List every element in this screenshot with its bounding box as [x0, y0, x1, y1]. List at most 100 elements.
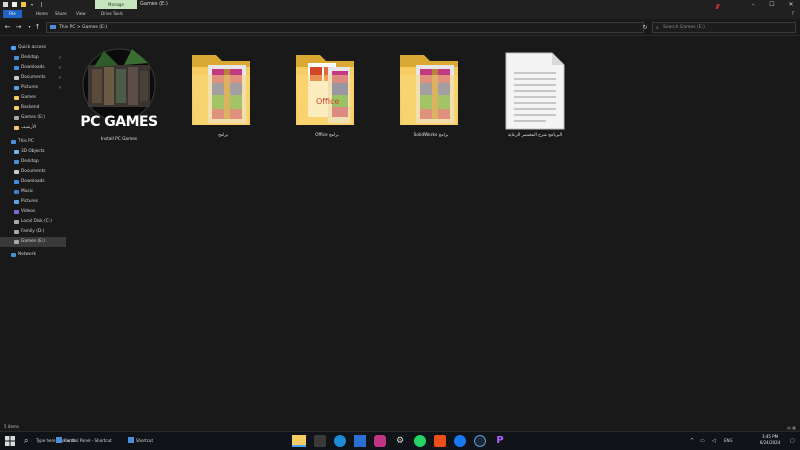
pin-icon: ✓	[58, 55, 63, 61]
tab-file[interactable]: File	[3, 10, 22, 18]
pin-icon: ✓	[58, 65, 63, 71]
qa-divider	[41, 2, 42, 7]
pin-icon: ✓	[58, 75, 63, 81]
folder-icon	[14, 106, 19, 110]
app-icon	[3, 2, 8, 7]
address-bar[interactable]: This PC > Games (E:)	[46, 22, 644, 33]
file-item[interactable]: البرنامج شرح المختصر الرعاية	[490, 45, 580, 145]
help-icon[interactable]: ?	[791, 10, 794, 18]
file-item[interactable]: برامج	[178, 45, 268, 145]
navigation-pane: Quick access Desktop ✓ Downloads ✓ Docum…	[0, 37, 66, 423]
download-icon	[14, 66, 19, 70]
nav-item-games[interactable]: Games	[0, 93, 66, 103]
tab-drive-tools[interactable]: Drive Tools	[95, 10, 129, 18]
nav-item-desktop[interactable]: Desktop ✓	[0, 53, 66, 63]
drive-icon	[14, 240, 19, 244]
taskbar-window-shortcut[interactable]: Shortcut	[136, 436, 153, 446]
search-icon[interactable]: ⌕	[24, 435, 36, 447]
desktop-icon	[14, 56, 19, 60]
computer-icon	[11, 140, 16, 144]
nav-network[interactable]: Network	[0, 250, 66, 260]
taskbar: ⌕ Type here to search Control Panel - Sh…	[0, 431, 800, 450]
status-bar: 5 items ▤ ▦	[0, 423, 800, 431]
file-item[interactable]: PC GAMES Install PC Games	[74, 45, 164, 145]
address-path: This PC > Games (E:)	[59, 25, 108, 30]
this-pc-icon	[50, 25, 56, 29]
search-box[interactable]: ⌕ Search Games (E:)	[652, 22, 796, 33]
file-name: Office برامج	[315, 133, 339, 138]
file-name: برامج	[218, 133, 228, 138]
download-icon	[14, 180, 19, 184]
back-button[interactable]: ←	[3, 22, 12, 32]
qa-dropdown-icon[interactable]: ▾	[31, 2, 36, 7]
nav-pc-documents[interactable]: Documents	[0, 167, 66, 177]
whatsapp-icon[interactable]	[414, 435, 426, 447]
volume-icon[interactable]: ◁	[712, 436, 716, 446]
maximize-button[interactable]: ☐	[763, 0, 781, 9]
refresh-icon[interactable]: ↻	[640, 22, 650, 33]
close-button[interactable]: ✕	[782, 0, 800, 9]
item-count: 5 items	[4, 424, 19, 429]
nav-item-archive[interactable]: الأرشيف	[0, 123, 66, 133]
control-panel-icon	[56, 437, 62, 443]
pc-badge-accent	[79, 116, 93, 129]
taskbar-window-control-panel[interactable]: Control Panel - Shortcut	[64, 436, 112, 446]
nav-item-downloads[interactable]: Downloads ✓	[0, 63, 66, 73]
nav-quick-access[interactable]: Quick access	[0, 43, 66, 53]
minimize-button[interactable]: –	[744, 0, 762, 9]
nav-item-documents[interactable]: Documents ✓	[0, 73, 66, 83]
nav-this-pc[interactable]: This PC	[0, 137, 66, 147]
clock[interactable]: 3:45 PM 6/24/2024	[752, 434, 788, 446]
nav-pc-music[interactable]: Music	[0, 187, 66, 197]
3d-objects-icon	[14, 150, 19, 154]
manage-tab[interactable]: Manage	[95, 0, 137, 9]
settings-gear-icon[interactable]: ⚙	[394, 435, 406, 447]
nav-pc-desktop[interactable]: Desktop	[0, 157, 66, 167]
app-icon-orange[interactable]	[434, 435, 446, 447]
nav-pc-games-e[interactable]: Games (E:)	[0, 237, 66, 247]
app-icon-purple-p[interactable]: P	[494, 435, 506, 447]
pictures-icon	[14, 86, 19, 90]
file-name: SolidWorks برامج	[413, 133, 449, 138]
facebook-icon[interactable]	[454, 435, 466, 447]
tray-chevron-icon[interactable]: ^	[690, 436, 694, 446]
file-item[interactable]: SolidWorks برامج	[386, 45, 476, 145]
nav-pc-pictures[interactable]: Pictures	[0, 197, 66, 207]
properties-icon[interactable]	[12, 2, 17, 7]
notifications-icon[interactable]: ▢	[790, 436, 795, 446]
address-row: ← → ▾ ↑ This PC > Games (E:) ↻ ⌕ Search …	[0, 19, 800, 36]
store-icon[interactable]	[354, 435, 366, 447]
nav-pc-downloads[interactable]: Downloads	[0, 177, 66, 187]
nav-pc-family-d[interactable]: Family (D:)	[0, 227, 66, 237]
file-explorer-icon[interactable]	[292, 435, 306, 447]
calculator-icon[interactable]	[314, 435, 326, 447]
file-name: البرنامج شرح المختصر الرعاية	[508, 133, 562, 138]
drive-icon	[14, 230, 19, 234]
new-folder-icon[interactable]	[21, 2, 26, 7]
file-item[interactable]: Office Office برامج	[282, 45, 372, 145]
drive-icon	[14, 220, 19, 224]
ribbon-tabs: File Home Share View Drive Tools ?	[0, 9, 800, 19]
tab-view[interactable]: View	[70, 10, 92, 18]
pin-icon: ✓	[58, 85, 63, 91]
star-icon	[11, 46, 16, 50]
clock-date: 6/24/2024	[759, 440, 781, 445]
nav-item-pictures[interactable]: Pictures ✓	[0, 83, 66, 93]
windows-start-icon[interactable]	[4, 435, 16, 447]
nav-pc-videos[interactable]: Videos	[0, 207, 66, 217]
file-list: PC GAMES Install PC Games برامج Office O…	[66, 37, 800, 423]
up-button[interactable]: ↑	[33, 22, 42, 32]
steam-icon[interactable]	[474, 435, 486, 447]
network-tray-icon[interactable]: ▭	[700, 436, 705, 446]
edge-icon[interactable]	[334, 435, 346, 447]
nav-pc-3d-objects[interactable]: 3D Objects	[0, 147, 66, 157]
nav-pc-local-disk-c[interactable]: Local Disk (C:)	[0, 217, 66, 227]
forward-button[interactable]: →	[14, 22, 23, 32]
text-document-icon	[505, 52, 565, 130]
language-indicator[interactable]: ENG	[724, 436, 733, 446]
instagram-icon[interactable]	[374, 435, 386, 447]
nav-item-games-drive[interactable]: Games (E:)	[0, 113, 66, 123]
file-name: Install PC Games	[100, 137, 138, 142]
nav-item-backend[interactable]: Backend	[0, 103, 66, 113]
tab-share[interactable]: Share	[49, 10, 73, 18]
